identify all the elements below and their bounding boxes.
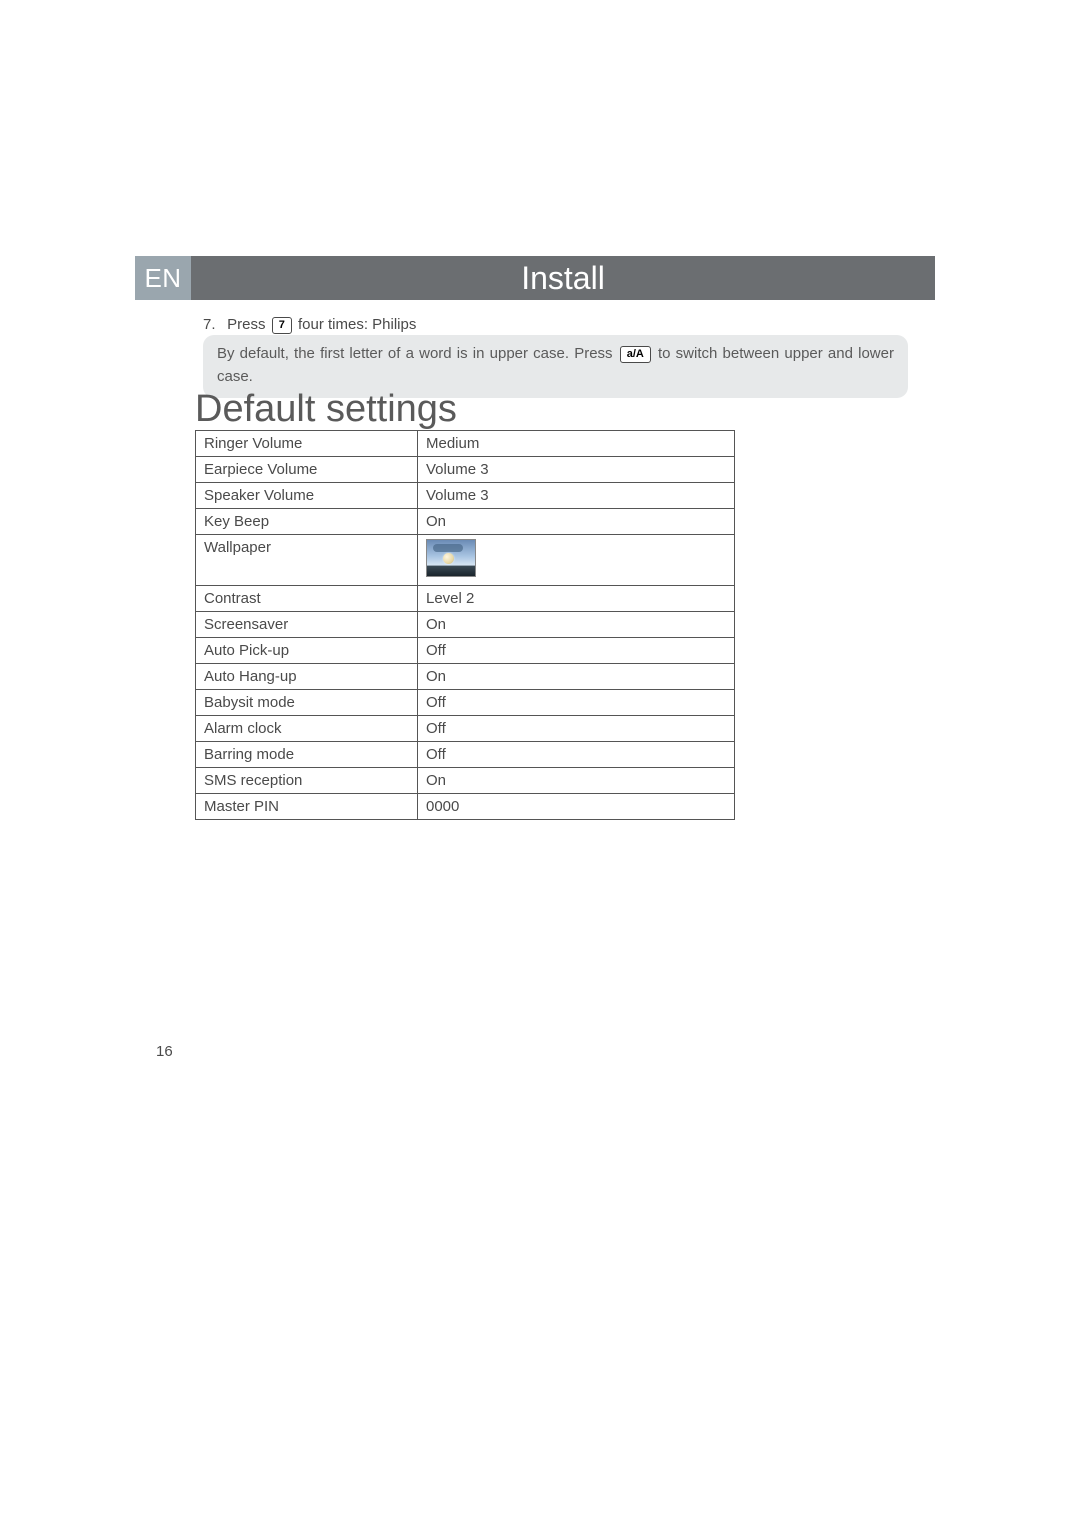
table-row: SMS reception On [196,768,735,794]
setting-label: Contrast [196,586,418,612]
setting-label: Auto Hang-up [196,664,418,690]
page-title: Install [191,256,935,300]
table-row: Barring mode Off [196,742,735,768]
table-row: Earpiece Volume Volume 3 [196,457,735,483]
table-row: Master PIN 0000 [196,794,735,820]
setting-value: Off [418,690,735,716]
setting-label: Auto Pick-up [196,638,418,664]
table-row: Babysit mode Off [196,690,735,716]
step-after-text: four times: Philips [298,316,416,333]
step-7: 7. Press 7 four times: Philips [203,316,903,334]
wallpaper-moon-icon [443,553,454,564]
page-header: EN Install [135,256,935,300]
table-row: Screensaver On [196,612,735,638]
setting-label: Key Beep [196,509,418,535]
step-press-label: Press [227,316,265,333]
wallpaper-cloud-icon [433,544,463,552]
setting-value: On [418,768,735,794]
manual-page: EN Install 7. Press 7 four times: Philip… [0,0,1080,1528]
table-row: Auto Pick-up Off [196,638,735,664]
setting-value: Off [418,742,735,768]
default-settings-heading: Default settings [195,388,457,431]
language-badge: EN [135,256,191,300]
setting-value-wallpaper [418,535,735,586]
page-number: 16 [156,1043,173,1060]
setting-label: Master PIN [196,794,418,820]
setting-value: Volume 3 [418,483,735,509]
table-row: Alarm clock Off [196,716,735,742]
table-row: Key Beep On [196,509,735,535]
case-toggle-key-icon: a/A [620,346,651,363]
step-number: 7. [203,316,223,333]
setting-label: Babysit mode [196,690,418,716]
setting-label: Barring mode [196,742,418,768]
wallpaper-thumbnail-icon [426,539,476,577]
setting-label: Earpiece Volume [196,457,418,483]
note-text-before: By default, the first letter of a word i… [217,345,613,362]
setting-label: Screensaver [196,612,418,638]
table-row: Auto Hang-up On [196,664,735,690]
table-row: Contrast Level 2 [196,586,735,612]
table-row: Wallpaper [196,535,735,586]
setting-label: Speaker Volume [196,483,418,509]
setting-value: Off [418,638,735,664]
setting-value: Volume 3 [418,457,735,483]
setting-value: Off [418,716,735,742]
setting-label: SMS reception [196,768,418,794]
default-settings-table: Ringer Volume Medium Earpiece Volume Vol… [195,430,735,820]
setting-label: Wallpaper [196,535,418,586]
setting-label: Ringer Volume [196,431,418,457]
setting-value: Level 2 [418,586,735,612]
key-7-icon: 7 [272,317,292,334]
table-row: Ringer Volume Medium [196,431,735,457]
table-row: Speaker Volume Volume 3 [196,483,735,509]
setting-value: On [418,612,735,638]
setting-value: On [418,509,735,535]
setting-value: 0000 [418,794,735,820]
setting-value: On [418,664,735,690]
setting-label: Alarm clock [196,716,418,742]
setting-value: Medium [418,431,735,457]
